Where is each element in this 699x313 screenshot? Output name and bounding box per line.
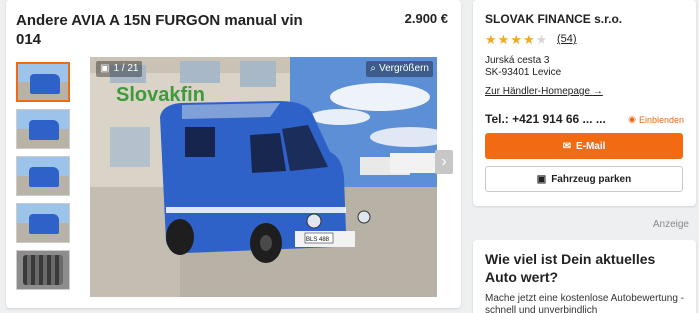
chevron-right-icon: › bbox=[441, 153, 447, 170]
thumbnail-5[interactable] bbox=[16, 250, 70, 290]
thumbnail-2[interactable] bbox=[16, 109, 70, 149]
dealer-name: SLOVAK FINANCE s.r.o. bbox=[485, 12, 623, 26]
main-vehicle-image[interactable]: Slovakfin BLS 488 ▣ 1 / 21 ⌕ Vergrößern bbox=[90, 57, 437, 297]
dealer-homepage-label: Zur Händler-Homepage bbox=[485, 86, 591, 97]
license-plate: BLS 488 bbox=[306, 237, 330, 243]
zoom-button[interactable]: ⌕ Vergrößern bbox=[366, 61, 433, 77]
zoom-icon: ⌕ bbox=[370, 63, 376, 74]
promo-card[interactable]: Wie viel ist Dein aktuelles Auto wert? M… bbox=[473, 240, 696, 313]
building-sign: Slovakfin bbox=[116, 84, 205, 106]
thumbnail-4[interactable] bbox=[16, 203, 70, 243]
thumbnail-list bbox=[16, 62, 74, 297]
zoom-label: Vergrößern bbox=[378, 63, 429, 74]
star-icon: ★ bbox=[485, 32, 498, 47]
promo-title: Wie viel ist Dein aktuelles Auto wert? bbox=[485, 251, 656, 285]
listing-price: 2.900 € bbox=[404, 11, 448, 26]
next-image-button[interactable]: › bbox=[435, 150, 453, 174]
ad-label: Anzeige bbox=[652, 219, 689, 230]
arrow-right-icon: → bbox=[592, 86, 603, 97]
image-counter-text: 1 / 21 bbox=[113, 63, 139, 74]
dealer-street: Jurská cesta 3 bbox=[485, 55, 550, 66]
show-phone-button[interactable]: ◉ Einblenden bbox=[628, 114, 684, 125]
image-counter: ▣ 1 / 21 bbox=[96, 61, 143, 77]
email-button[interactable]: ✉ E-Mail bbox=[485, 133, 683, 159]
dealer-homepage-link[interactable]: Zur Händler-Homepage → bbox=[485, 86, 603, 97]
star-icon: ★ bbox=[535, 32, 549, 47]
eye-icon: ◉ bbox=[628, 114, 636, 124]
rating-stars: ★★★★★ bbox=[485, 32, 548, 48]
mail-icon: ✉ bbox=[562, 140, 571, 152]
dealer-card: SLOVAK FINANCE s.r.o. ★★★★★ (54) Jurská … bbox=[473, 0, 696, 206]
listing-title: Andere AVIA A 15N FURGON manual vin 014 bbox=[16, 12, 303, 48]
email-label: E-Mail bbox=[575, 140, 606, 152]
vehicle-photo: Slovakfin BLS 488 bbox=[90, 57, 437, 297]
star-icon: ★ bbox=[522, 32, 536, 47]
park-label: Fahrzeug parken bbox=[551, 173, 632, 185]
dealer-city: SK-93401 Levice bbox=[485, 67, 562, 78]
star-icon: ★ bbox=[497, 32, 511, 47]
star-icon: ★ bbox=[510, 32, 523, 47]
park-vehicle-button[interactable]: ▣ Fahrzeug parken bbox=[485, 166, 683, 192]
thumbnail-3[interactable] bbox=[16, 156, 70, 196]
car-icon: ▣ bbox=[536, 173, 547, 185]
promo-text: Mache jetzt eine kostenlose Autobewertun… bbox=[485, 293, 685, 313]
thumbnail-1[interactable] bbox=[16, 62, 70, 102]
rating-count-link[interactable]: (54) bbox=[557, 33, 577, 45]
show-phone-label: Einblenden bbox=[638, 114, 684, 125]
phone-number: Tel.: +421 914 66 ... ... bbox=[485, 112, 606, 126]
listing-card: Andere AVIA A 15N FURGON manual vin 014 … bbox=[6, 0, 461, 308]
image-icon: ▣ bbox=[100, 63, 110, 74]
